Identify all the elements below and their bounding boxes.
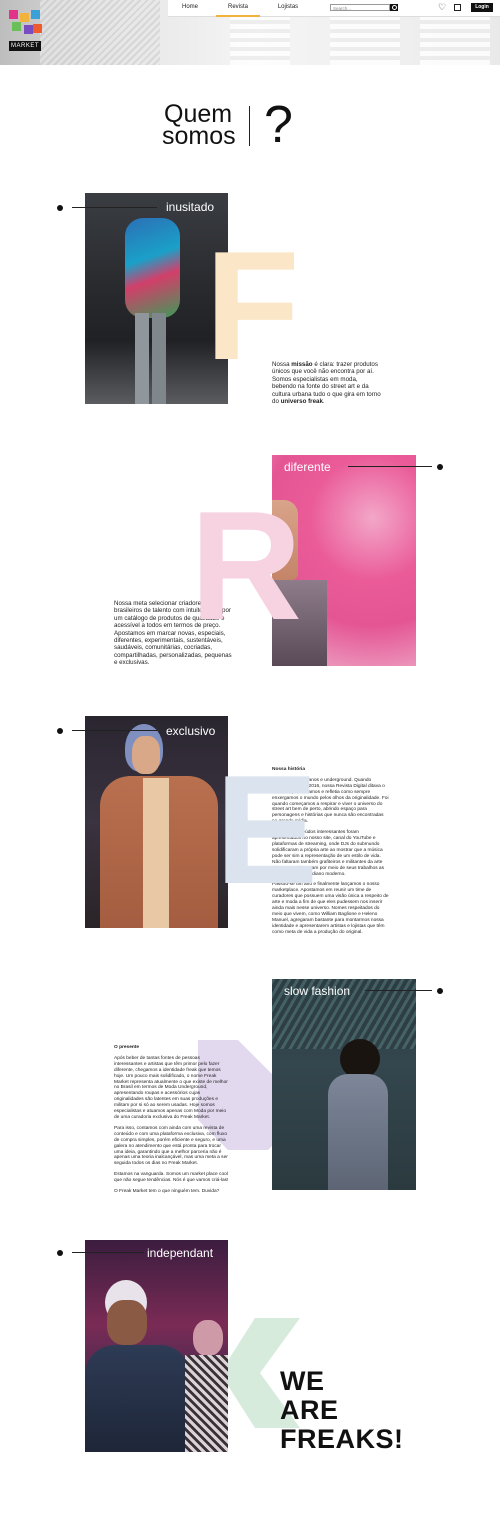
closing-statement: WE ARE FREAKS! <box>280 1367 404 1454</box>
label-connector <box>348 466 432 467</box>
login-button[interactable]: Login <box>471 3 493 12</box>
decor-letter-f: F <box>205 219 300 392</box>
banner-illustration <box>40 0 160 65</box>
photo-exclusivo <box>85 716 228 928</box>
section-bullet <box>437 464 443 470</box>
present-text: O presente Após beber de tantas fontes d… <box>114 1045 229 1200</box>
closing-line-1: WE <box>280 1366 325 1396</box>
logo-wordmark: MARKET <box>9 41 41 51</box>
label-connector <box>72 207 157 208</box>
photo-figure-shirt <box>125 218 180 318</box>
closing-line-3: FREAKS! <box>280 1424 404 1454</box>
heart-icon[interactable]: ♡ <box>438 3 446 12</box>
tag-diferente: diferente <box>284 460 331 474</box>
title-line-2: somos <box>162 122 236 150</box>
search-icon[interactable] <box>390 4 398 11</box>
present-heading: O presente <box>114 1045 140 1050</box>
present-paragraph: Estamos na vanguarda. Somos um market pl… <box>114 1172 229 1184</box>
closing-line-2: ARE <box>280 1395 339 1425</box>
tag-inusitado: inusitado <box>166 200 215 214</box>
question-mark: ? <box>264 96 293 154</box>
page-title: Quem somos ? <box>160 96 340 156</box>
search-input[interactable]: Search... <box>330 4 390 11</box>
banner-building <box>230 14 290 65</box>
nav-revista[interactable]: Revista <box>216 0 260 17</box>
present-paragraph: Para isso, contamos com ainda com uma re… <box>114 1125 228 1167</box>
section-bullet <box>57 728 63 734</box>
section-bullet <box>57 205 63 211</box>
photo-figure-face <box>107 1300 147 1345</box>
photo-figure-top <box>185 1355 228 1452</box>
decor-letter-r: R <box>190 479 302 652</box>
label-connector <box>72 1252 144 1253</box>
photo-figure-jacket <box>85 1345 190 1452</box>
logo-tile <box>9 10 18 19</box>
logo-tile <box>12 22 21 31</box>
tag-exclusivo: exclusivo <box>166 724 216 738</box>
decor-letter-e: E <box>215 743 319 916</box>
tag-slow-fashion: slow fashion <box>284 984 351 998</box>
photo-figure-hair <box>340 1039 380 1079</box>
title-divider <box>249 106 250 146</box>
brand-logo[interactable]: MARKET <box>9 10 42 52</box>
nav-lojistas[interactable]: Lojistas <box>266 0 310 15</box>
banner-building <box>420 14 490 65</box>
top-navigation: Home Revista Lojistas Search... ♡ Login <box>168 0 500 17</box>
photo-figure-sweater <box>143 778 169 928</box>
label-connector <box>365 990 432 991</box>
logo-tile <box>33 24 42 33</box>
bag-icon[interactable] <box>454 4 461 11</box>
photo-figure-coat <box>328 1074 388 1190</box>
logo-tile <box>20 13 29 22</box>
label-connector <box>72 730 157 731</box>
nav-home[interactable]: Home <box>168 0 212 15</box>
photo-figure-leg <box>152 313 166 404</box>
present-paragraph: O Freak Market tem o que ninguém tem. Du… <box>114 1189 220 1195</box>
photo-figure-face-2 <box>193 1320 223 1356</box>
section-bullet <box>437 988 443 994</box>
photo-slow-fashion <box>272 979 416 1190</box>
logo-tile <box>24 25 33 34</box>
photo-independant <box>85 1240 228 1452</box>
tag-independant: independant <box>147 1246 214 1260</box>
present-paragraph: Após beber de tantas fontes de pessoas i… <box>114 1055 228 1120</box>
section-bullet <box>57 1250 63 1256</box>
photo-figure-face <box>132 736 160 774</box>
banner-building <box>330 14 400 65</box>
logo-tile <box>31 10 40 19</box>
photo-figure-leg <box>135 313 149 404</box>
